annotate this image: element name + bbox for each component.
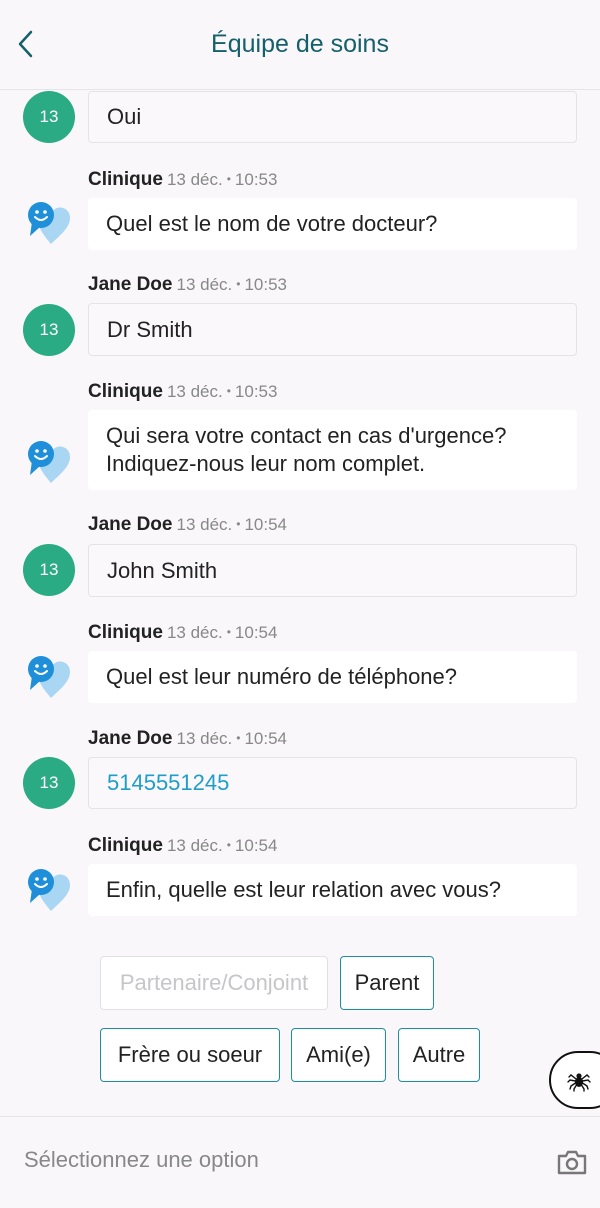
message-date: 13 déc. xyxy=(166,382,223,401)
message-text-line: Indiquez-nous leur nom complet. xyxy=(106,451,426,476)
sender-name: Clinique xyxy=(88,169,163,190)
message-date: 13 déc. xyxy=(166,836,223,855)
clinic-heart-icon xyxy=(28,202,70,244)
message-bubble-user: Oui xyxy=(88,91,577,143)
sender-name: Jane Doe xyxy=(88,274,173,295)
message-meta: Clinique 13 déc. • 10:54 xyxy=(88,835,278,856)
avatar: 13 xyxy=(23,304,75,356)
page-title: Équipe de soins xyxy=(211,30,389,58)
message-meta: Clinique 13 déc. • 10:53 xyxy=(88,169,278,190)
message-bubble-user: Dr Smith xyxy=(88,303,577,356)
message-bubble-clinic: Quel est leur numéro de téléphone? xyxy=(88,651,577,703)
message-time: 10:54 xyxy=(244,729,287,748)
option-ami[interactable]: Ami(e) xyxy=(291,1028,386,1082)
camera-icon[interactable] xyxy=(556,1147,588,1177)
phone-number-link[interactable]: 5145551245 xyxy=(88,757,577,809)
message-bubble-clinic: Quel est le nom de votre docteur? xyxy=(88,198,577,250)
message-time: 10:54 xyxy=(234,623,278,642)
message-date: 13 déc. xyxy=(176,729,233,748)
input-bar: Sélectionnez une option xyxy=(0,1116,600,1208)
option-partenaire-conjoint[interactable]: Partenaire/Conjoint xyxy=(100,956,328,1010)
sender-name: Clinique xyxy=(88,835,163,856)
message-bubble-user: John Smith xyxy=(88,544,577,597)
message-meta: Jane Doe 13 déc. • 10:53 xyxy=(88,274,287,295)
clinic-heart-icon xyxy=(28,656,70,698)
sender-name: Jane Doe xyxy=(88,728,173,749)
message-time: 10:53 xyxy=(234,382,278,401)
clinic-heart-icon xyxy=(28,441,70,483)
sender-name: Clinique xyxy=(88,381,163,402)
avatar: 13 xyxy=(23,757,75,809)
message-time: 10:54 xyxy=(244,515,287,534)
message-bubble-clinic: Qui sera votre contact en cas d'urgence?… xyxy=(88,410,577,490)
header-bar: Équipe de soins xyxy=(0,0,600,90)
clinic-heart-icon xyxy=(28,869,70,911)
message-meta: Jane Doe 13 déc. • 10:54 xyxy=(88,728,287,749)
message-text-line: Qui sera votre contact en cas d'urgence? xyxy=(106,423,507,448)
message-date: 13 déc. xyxy=(176,515,233,534)
message-date: 13 déc. xyxy=(176,275,233,294)
message-time: 10:54 xyxy=(234,836,278,855)
message-date: 13 déc. xyxy=(166,623,223,642)
message-time: 10:53 xyxy=(244,275,287,294)
message-time: 10:53 xyxy=(234,170,278,189)
avatar: 13 xyxy=(23,544,75,596)
message-meta: Clinique 13 déc. • 10:53 xyxy=(88,381,278,402)
sender-name: Clinique xyxy=(88,622,163,643)
option-parent[interactable]: Parent xyxy=(340,956,434,1010)
option-frere-ou-soeur[interactable]: Frère ou soeur xyxy=(100,1028,280,1082)
message-bubble-clinic: Enfin, quelle est leur relation avec vou… xyxy=(88,864,577,916)
message-date: 13 déc. xyxy=(166,170,223,189)
option-autre[interactable]: Autre xyxy=(398,1028,480,1082)
spider-icon xyxy=(567,1073,591,1092)
sender-name: Jane Doe xyxy=(88,514,173,535)
message-meta: Jane Doe 13 déc. • 10:54 xyxy=(88,514,287,535)
avatar: 13 xyxy=(23,91,75,143)
message-meta: Clinique 13 déc. • 10:54 xyxy=(88,622,278,643)
select-option-input[interactable]: Sélectionnez une option xyxy=(24,1147,259,1173)
debug-button[interactable] xyxy=(549,1051,600,1109)
